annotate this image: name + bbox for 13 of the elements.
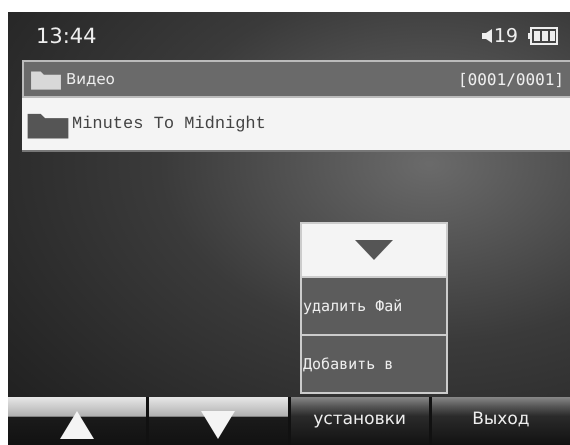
volume-level: 19 <box>494 25 518 47</box>
file-counter: [0001/0001] <box>458 70 564 88</box>
clock-time: 13:44 <box>36 24 98 48</box>
file-row[interactable]: Minutes To Midnight <box>22 98 570 152</box>
speaker-icon <box>482 29 492 43</box>
menu-item[interactable]: Добавить в <box>302 334 446 392</box>
down-triangle-icon <box>355 240 393 260</box>
scroll-down-button[interactable] <box>302 224 446 276</box>
menu-item[interactable]: удалить Фай <box>302 276 446 334</box>
down-triangle-icon <box>201 411 236 439</box>
up-triangle-icon <box>60 411 94 439</box>
folder-title: Видео <box>66 70 116 88</box>
battery-icon <box>528 27 558 45</box>
